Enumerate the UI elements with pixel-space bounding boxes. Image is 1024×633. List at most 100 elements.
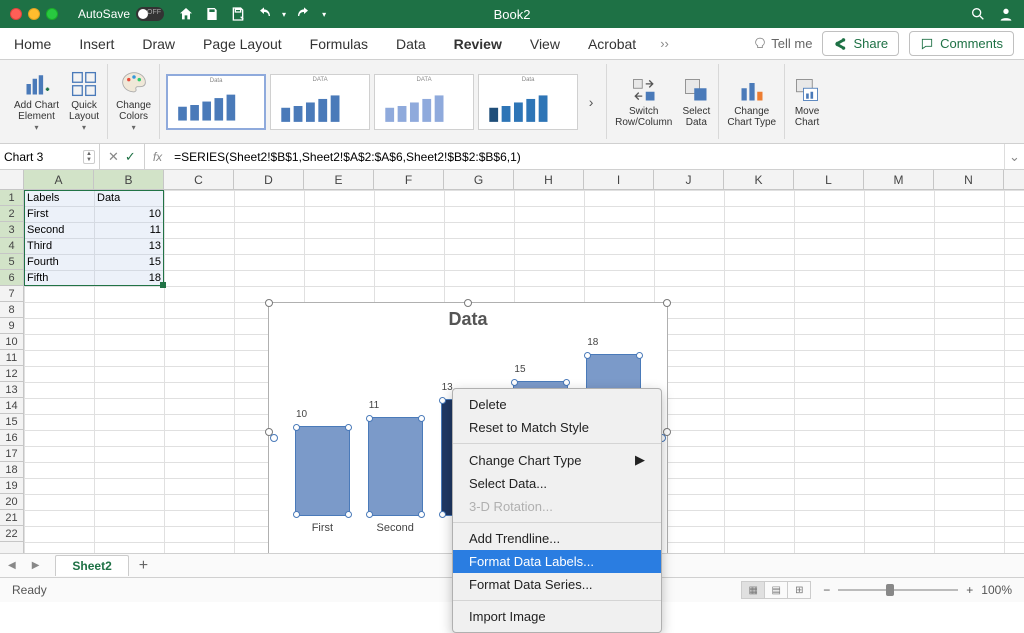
ctx-reset[interactable]: Reset to Match Style [453, 416, 661, 439]
save-as-icon[interactable] [230, 6, 246, 22]
tab-page-layout[interactable]: Page Layout [199, 36, 286, 52]
chart-bar[interactable]: 10 First [295, 426, 350, 534]
row-header[interactable]: 3 [0, 222, 23, 238]
chart-style-2[interactable]: DATA [270, 74, 370, 130]
cell[interactable]: 11 [94, 222, 164, 238]
row-header[interactable]: 4 [0, 238, 23, 254]
cell[interactable]: Labels [24, 190, 94, 206]
row-header[interactable]: 14 [0, 398, 23, 414]
sheet-tab-active[interactable]: Sheet2 [55, 555, 128, 576]
autosave-toggle[interactable]: AutoSave OFF [78, 7, 164, 21]
column-header[interactable]: B [94, 170, 164, 189]
column-header[interactable]: I [584, 170, 654, 189]
data-label[interactable]: 10 [296, 409, 307, 420]
cell[interactable]: Second [24, 222, 94, 238]
change-chart-type-button[interactable]: Change Chart Type [727, 76, 776, 128]
toggle-icon[interactable]: OFF [136, 7, 164, 21]
ctx-add-trendline[interactable]: Add Trendline... [453, 527, 661, 550]
column-header[interactable]: C [164, 170, 234, 189]
add-sheet-button[interactable]: + [129, 557, 158, 575]
zoom-in-button[interactable]: + [966, 583, 973, 597]
data-label[interactable]: 18 [587, 337, 598, 348]
cell[interactable]: Third [24, 238, 94, 254]
name-box[interactable]: Chart 3 ▲▼ [0, 144, 100, 169]
tab-data[interactable]: Data [392, 36, 430, 52]
enter-icon[interactable]: ✓ [125, 149, 136, 165]
row-header[interactable]: 5 [0, 254, 23, 270]
cell[interactable]: Fifth [24, 270, 94, 286]
row-header[interactable]: 16 [0, 430, 23, 446]
maximize-icon[interactable] [46, 8, 58, 20]
stepper-icon[interactable]: ▲▼ [83, 150, 95, 164]
ctx-change-chart-type[interactable]: Change Chart Type▶ [453, 448, 661, 472]
minimize-icon[interactable] [28, 8, 40, 20]
sheet-prev-icon[interactable]: ◀ [0, 560, 24, 571]
fx-icon[interactable]: fx [145, 144, 170, 169]
tab-review[interactable]: Review [450, 36, 506, 52]
add-chart-element-button[interactable]: Add Chart Element ▾ [14, 70, 59, 133]
redo-icon[interactable] [296, 6, 312, 22]
row-header[interactable]: 15 [0, 414, 23, 430]
sheet-next-icon[interactable]: ▶ [24, 560, 48, 571]
row-header[interactable]: 2 [0, 206, 23, 222]
column-header[interactable]: M [864, 170, 934, 189]
share-button[interactable]: Share [822, 31, 899, 56]
ctx-format-data-labels[interactable]: Format Data Labels... [453, 550, 661, 573]
column-header[interactable]: H [514, 170, 584, 189]
zoom-out-button[interactable]: − [823, 583, 830, 597]
save-icon[interactable] [204, 6, 220, 22]
chevron-down-icon[interactable]: ⌄ [1004, 144, 1024, 169]
column-header[interactable]: D [234, 170, 304, 189]
view-page-layout-icon[interactable]: ▤ [764, 581, 788, 599]
select-data-button[interactable]: Select Data [682, 76, 710, 128]
row-header[interactable]: 10 [0, 334, 23, 350]
cell[interactable]: 13 [94, 238, 164, 254]
tab-acrobat[interactable]: Acrobat [584, 36, 640, 52]
column-header[interactable]: K [724, 170, 794, 189]
column-header[interactable]: L [794, 170, 864, 189]
chart-style-3[interactable]: DATA [374, 74, 474, 130]
zoom-slider[interactable] [838, 589, 958, 591]
row-header[interactable]: 13 [0, 382, 23, 398]
row-header[interactable]: 7 [0, 286, 23, 302]
formula-input[interactable]: =SERIES(Sheet2!$B$1,Sheet2!$A$2:$A$6,She… [170, 144, 1004, 169]
column-header[interactable]: E [304, 170, 374, 189]
column-header[interactable]: G [444, 170, 514, 189]
tab-draw[interactable]: Draw [138, 36, 179, 52]
chart-style-4[interactable]: Data [478, 74, 578, 130]
row-header[interactable]: 17 [0, 446, 23, 462]
cancel-icon[interactable]: ✕ [108, 149, 119, 165]
cell[interactable]: 18 [94, 270, 164, 286]
move-chart-button[interactable]: Move Chart [793, 76, 821, 128]
quick-layout-button[interactable]: Quick Layout ▾ [69, 70, 99, 133]
account-icon[interactable] [998, 6, 1014, 22]
row-header[interactable]: 19 [0, 478, 23, 494]
search-icon[interactable] [970, 6, 986, 22]
row-header[interactable]: 12 [0, 366, 23, 382]
chart-title[interactable]: Data [269, 303, 667, 334]
overflow-icon[interactable]: ›› [660, 36, 669, 51]
row-header[interactable]: 21 [0, 510, 23, 526]
ctx-select-data[interactable]: Select Data... [453, 472, 661, 495]
row-header[interactable]: 6 [0, 270, 23, 286]
column-header[interactable]: A [24, 170, 94, 189]
cell[interactable]: First [24, 206, 94, 222]
styles-next[interactable]: › [582, 94, 600, 110]
chart-style-1[interactable]: Data [166, 74, 266, 130]
comments-button[interactable]: Comments [909, 31, 1014, 56]
column-header[interactable]: J [654, 170, 724, 189]
chart-bar[interactable]: 11 Second [368, 417, 423, 534]
data-label[interactable]: 15 [514, 364, 525, 375]
data-label[interactable]: 11 [369, 400, 379, 411]
cell[interactable]: Data [94, 190, 164, 206]
tab-formulas[interactable]: Formulas [306, 36, 372, 52]
view-page-break-icon[interactable]: ⊞ [787, 581, 811, 599]
row-header[interactable]: 11 [0, 350, 23, 366]
column-header[interactable]: F [374, 170, 444, 189]
ctx-delete[interactable]: Delete [453, 393, 661, 416]
row-header[interactable]: 22 [0, 526, 23, 542]
column-header[interactable]: N [934, 170, 1004, 189]
select-all-corner[interactable] [0, 170, 24, 189]
row-header[interactable]: 20 [0, 494, 23, 510]
undo-icon[interactable] [256, 6, 272, 22]
